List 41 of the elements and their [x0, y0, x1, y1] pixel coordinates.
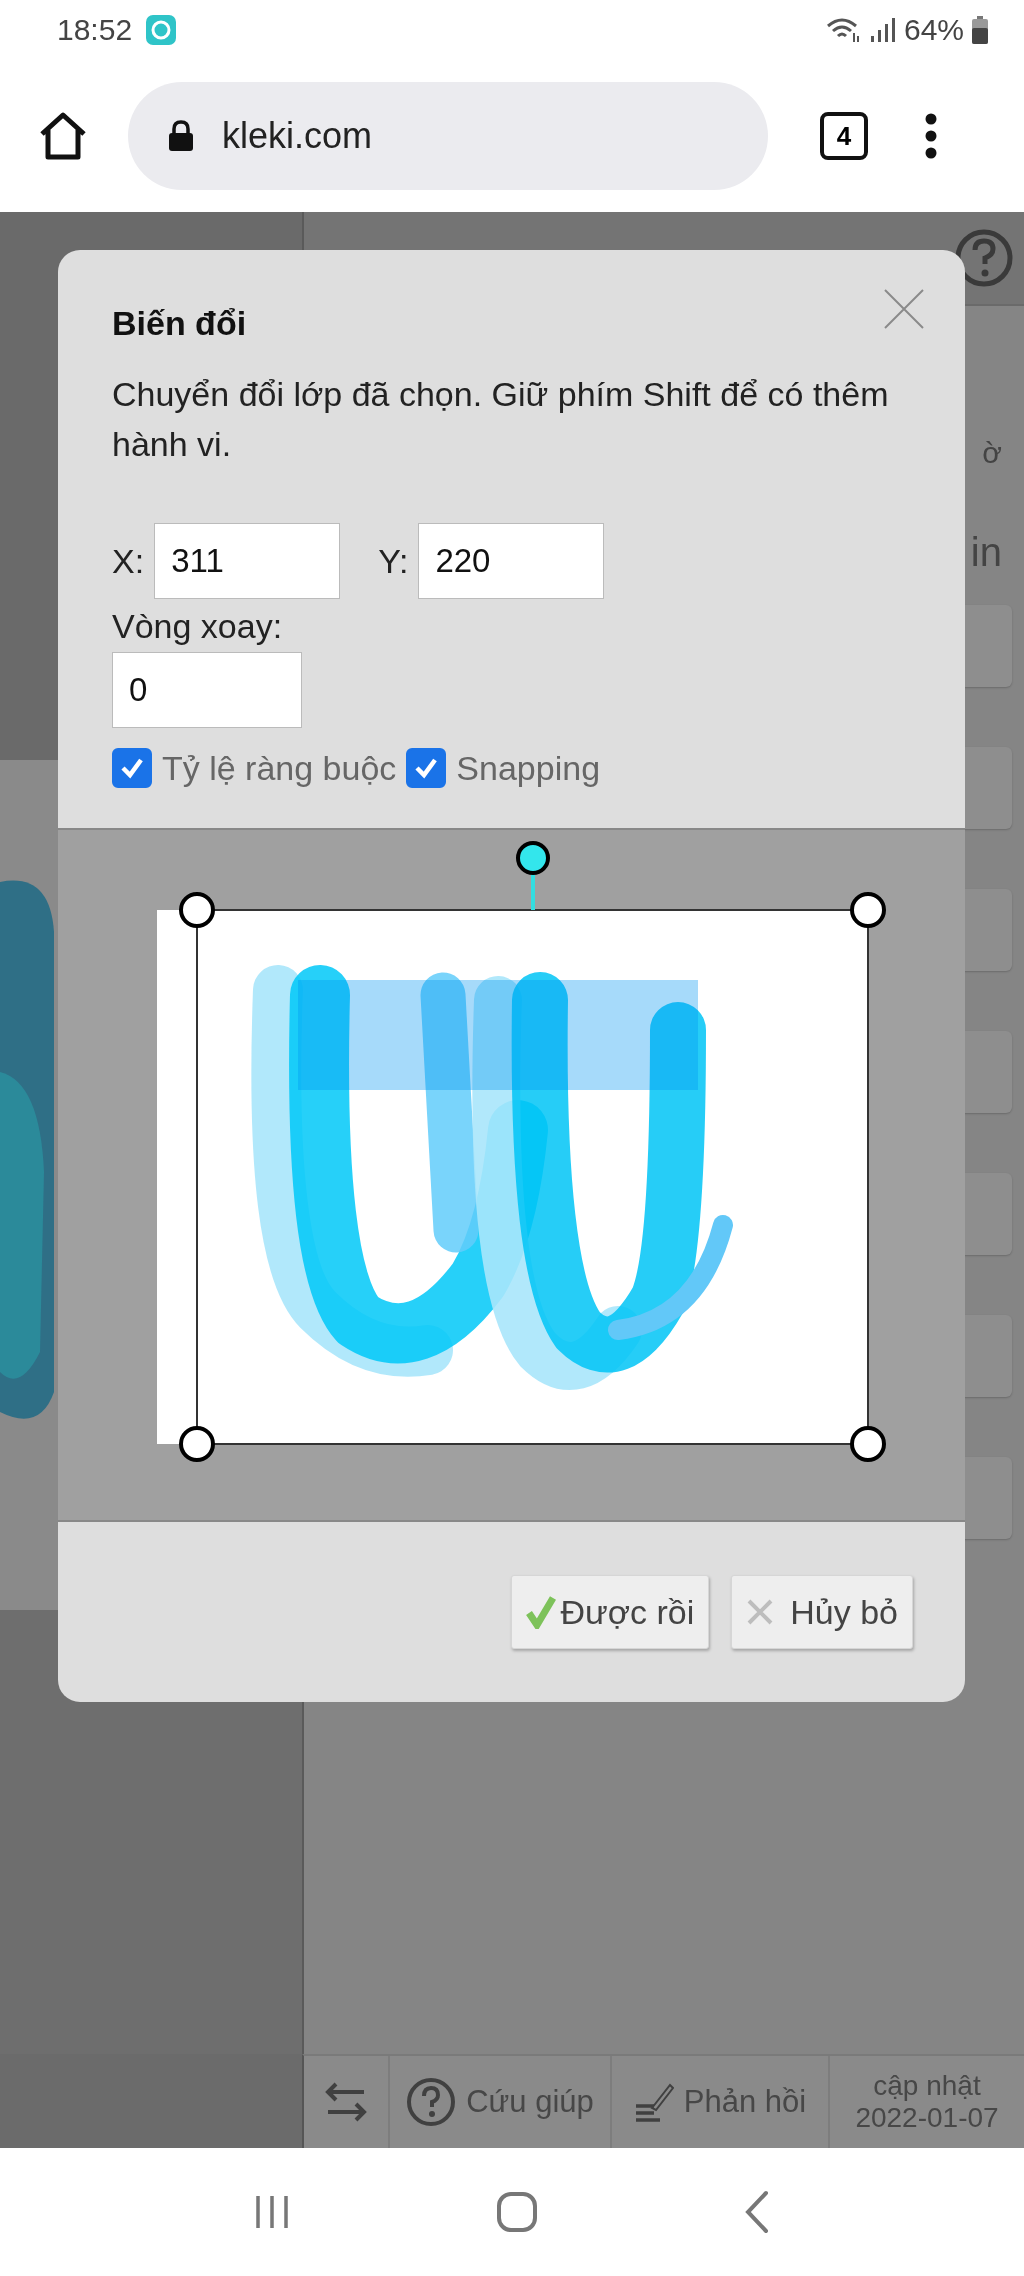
rotation-handle[interactable] — [516, 841, 550, 910]
field-label: Y: — [378, 541, 409, 581]
wifi-icon — [825, 16, 862, 44]
lock-icon — [168, 120, 194, 152]
dialog-title: Biến đổi — [112, 304, 247, 343]
resize-handle[interactable] — [179, 892, 215, 928]
tab-count[interactable]: 4 — [820, 112, 868, 160]
update-date: 2022-01-07 — [855, 2102, 999, 2134]
check-icon — [526, 1595, 557, 1629]
cancel-button[interactable]: Hủy bỏ — [731, 1575, 913, 1649]
pencil-lines-icon — [633, 2082, 674, 2122]
checkbox[interactable] — [406, 748, 447, 788]
dialog-description: Chuyển đổi lớp đã chọn. Giữ phím Shift để có thêm hành vi. — [112, 374, 890, 465]
checkbox[interactable] — [112, 748, 152, 788]
battery-level: 64% — [903, 13, 964, 47]
checkbox-label: Tỷ lệ ràng buộc — [162, 748, 397, 788]
address-bar[interactable]: kleki.com — [128, 82, 768, 190]
clock-time: 18:52 — [57, 13, 133, 47]
app-notification-icon — [146, 15, 177, 45]
ok-button[interactable]: Được rồi — [511, 1575, 710, 1649]
sidebar-text: in — [970, 530, 1002, 575]
help-icon[interactable] — [954, 228, 1014, 288]
close-icon[interactable] — [883, 288, 925, 330]
field-label: X: — [112, 541, 145, 581]
input-field[interactable]: 220 — [418, 523, 605, 599]
battery-icon — [972, 16, 988, 44]
resize-handle[interactable] — [850, 892, 886, 928]
help-icon — [406, 2077, 457, 2127]
resize-handle[interactable] — [850, 1426, 886, 1462]
menu-icon[interactable] — [924, 113, 938, 159]
resize-handle[interactable] — [179, 1426, 215, 1462]
signal-icon — [869, 16, 896, 44]
input-field[interactable]: 311 — [154, 523, 341, 599]
home-icon[interactable] — [38, 112, 88, 160]
field-label: Vòng xoay: — [112, 607, 283, 646]
checkbox-label: Snapping — [456, 748, 601, 788]
sidebar-text: ờ — [982, 436, 1002, 470]
close-icon — [746, 1598, 775, 1626]
update-label: cập nhật — [873, 2070, 981, 2102]
input-field[interactable]: 0 — [112, 652, 302, 728]
swap-icon — [324, 2082, 368, 2122]
